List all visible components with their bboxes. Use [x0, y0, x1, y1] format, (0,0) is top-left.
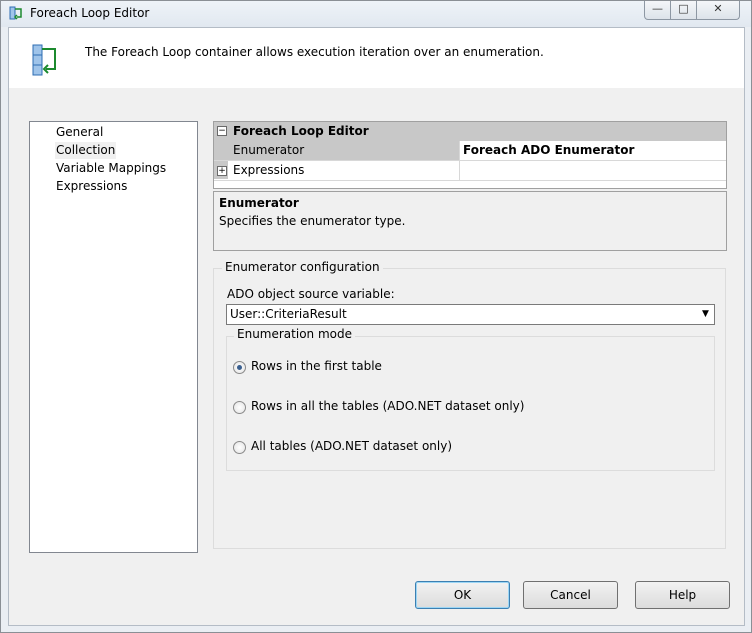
- nav-item-variable-mappings[interactable]: Variable Mappings: [55, 160, 167, 177]
- property-row-enumerator[interactable]: Enumerator Foreach ADO Enumerator: [214, 141, 726, 161]
- nav-item-collection[interactable]: Collection: [55, 142, 117, 159]
- nav-item-general[interactable]: General: [55, 124, 104, 141]
- radio-label-rows-first-table[interactable]: Rows in the first table: [251, 359, 382, 373]
- source-variable-label: ADO object source variable:: [227, 287, 395, 301]
- property-row-expressions[interactable]: + Expressions: [214, 161, 726, 181]
- description-title: Enumerator: [219, 196, 299, 210]
- header-description: The Foreach Loop container allows execut…: [85, 45, 544, 59]
- property-value-enumerator[interactable]: Foreach ADO Enumerator: [463, 143, 634, 157]
- property-description-panel: Enumerator Specifies the enumerator type…: [213, 191, 727, 251]
- property-name-enumerator: Enumerator: [233, 143, 305, 157]
- app-icon: [9, 6, 22, 20]
- foreach-loop-icon: [32, 44, 56, 76]
- radio-rows-all-tables[interactable]: [233, 401, 246, 414]
- page-navigation-list: General Collection Variable Mappings Exp…: [29, 121, 198, 553]
- property-name-expressions: Expressions: [233, 163, 305, 177]
- source-variable-dropdown[interactable]: User::CriteriaResult ▼: [226, 304, 715, 325]
- title-bar[interactable]: Foreach Loop Editor — □ ✕: [1, 1, 751, 27]
- window-title: Foreach Loop Editor: [30, 6, 150, 20]
- nav-item-expressions[interactable]: Expressions: [55, 178, 128, 195]
- radio-label-rows-all-tables[interactable]: Rows in all the tables (ADO.NET dataset …: [251, 399, 524, 413]
- foreach-loop-editor-window: Foreach Loop Editor — □ ✕ The Foreach Lo…: [0, 0, 752, 633]
- close-button[interactable]: ✕: [696, 1, 740, 20]
- cancel-button[interactable]: Cancel: [523, 581, 618, 609]
- chevron-down-icon[interactable]: ▼: [697, 305, 714, 324]
- property-grid: − Foreach Loop Editor Enumerator Foreach…: [213, 121, 727, 189]
- radio-rows-first-table[interactable]: [233, 361, 246, 374]
- property-category-label: Foreach Loop Editor: [233, 124, 369, 138]
- radio-all-tables[interactable]: [233, 441, 246, 454]
- expand-icon[interactable]: +: [217, 166, 227, 176]
- ok-button[interactable]: OK: [415, 581, 510, 609]
- radio-label-all-tables[interactable]: All tables (ADO.NET dataset only): [251, 439, 452, 453]
- enumerator-configuration-label: Enumerator configuration: [222, 260, 383, 274]
- source-variable-value: User::CriteriaResult: [230, 307, 347, 321]
- header-banner: The Foreach Loop container allows execut…: [9, 28, 744, 88]
- maximize-button[interactable]: □: [670, 1, 697, 20]
- collapse-icon[interactable]: −: [217, 126, 227, 136]
- description-text: Specifies the enumerator type.: [219, 214, 406, 228]
- enumeration-mode-label: Enumeration mode: [234, 327, 355, 341]
- property-category-row[interactable]: − Foreach Loop Editor: [214, 122, 726, 141]
- help-button[interactable]: Help: [635, 581, 730, 609]
- minimize-button[interactable]: —: [644, 1, 671, 20]
- dialog-client-area: The Foreach Loop container allows execut…: [8, 27, 745, 626]
